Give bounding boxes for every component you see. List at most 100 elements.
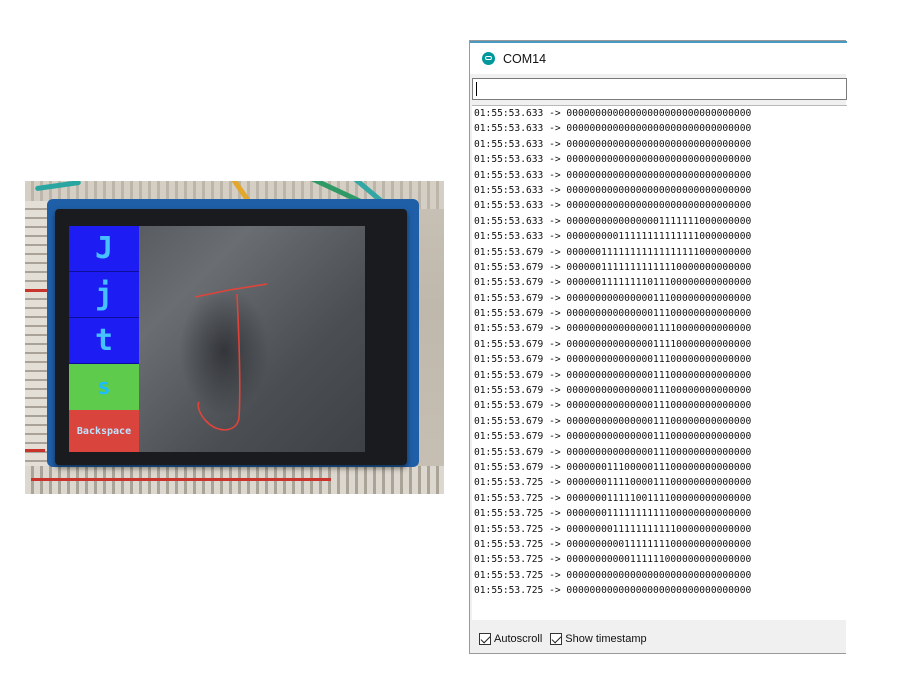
serial-line-timestamp: 01:55:53.725 — [474, 569, 544, 581]
serial-line-timestamp: 01:55:53.633 — [474, 215, 544, 227]
serial-line-timestamp: 01:55:53.725 — [474, 477, 544, 489]
serial-line-bits: 00000001110000011100000000000000 — [566, 461, 752, 473]
serial-line-timestamp: 01:55:53.679 — [474, 323, 544, 335]
serial-line-timestamp: 01:55:53.633 — [474, 169, 544, 181]
serial-line-timestamp: 01:55:53.725 — [474, 523, 544, 535]
serial-output[interactable]: 01:55:53.633 -> 000000000000000000000000… — [472, 105, 847, 620]
serial-line: 01:55:53.679 -> 000000000000000111000000… — [474, 292, 752, 304]
serial-line-bits: 00000001111000011100000000000000 — [566, 477, 752, 489]
serial-line: 01:55:53.633 -> 000000000000000000000000… — [474, 200, 752, 212]
serial-line-bits: 00000000000000000000000000000000 — [566, 169, 752, 181]
serial-line-timestamp: 01:55:53.725 — [474, 538, 544, 550]
tft-display: J j t s Backspace — [69, 226, 365, 452]
serial-line-timestamp: 01:55:53.725 — [474, 585, 544, 597]
serial-line-timestamp: 01:55:53.679 — [474, 354, 544, 366]
serial-line: 01:55:53.725 -> 000000011111001111000000… — [474, 492, 752, 504]
power-rail — [25, 449, 45, 452]
handwritten-stroke — [194, 283, 268, 431]
send-input-box[interactable] — [472, 78, 849, 100]
serial-line: 01:55:53.633 -> 000000000000000011111110… — [474, 215, 752, 227]
serial-line: 01:55:53.679 -> 000000000000000111100000… — [474, 338, 752, 350]
serial-line: 01:55:53.679 -> 000000000000000111000000… — [474, 354, 752, 366]
serial-line-bits: 00000000000000000000000000000000 — [566, 585, 752, 597]
serial-line-timestamp: 01:55:53.725 — [474, 492, 544, 504]
serial-line-bits: 00000001111111111100000000000000 — [566, 508, 752, 520]
serial-line-timestamp: 01:55:53.633 — [474, 184, 544, 196]
serial-line-bits: 00000000000000011100000000000000 — [566, 308, 752, 320]
serial-line: 01:55:53.633 -> 000000000111111111111110… — [474, 231, 752, 243]
show-timestamp-checkbox[interactable]: Show timestamp — [550, 633, 647, 645]
serial-line: 01:55:53.633 -> 000000000000000000000000… — [474, 169, 752, 181]
serial-line-bits: 00000000000000011100000000000000 — [566, 292, 752, 304]
serial-line-bits: 00000000000000011100000000000000 — [566, 415, 752, 427]
autoscroll-label: Autoscroll — [494, 633, 543, 645]
serial-line-timestamp: 01:55:53.725 — [474, 554, 544, 566]
tft-display-bezel: J j t s Backspace — [55, 209, 407, 465]
serial-line: 01:55:53.633 -> 000000000000000000000000… — [474, 123, 752, 135]
checkmark-icon[interactable] — [550, 633, 563, 645]
serial-line-bits: 00000000000000000000000000000000 — [566, 138, 752, 150]
serial-line: 01:55:53.725 -> 000000011110000111000000… — [474, 477, 752, 489]
serial-line-timestamp: 01:55:53.679 — [474, 292, 544, 304]
serial-line: 01:55:53.679 -> 000000011100000111000000… — [474, 461, 752, 473]
serial-line: 01:55:53.633 -> 000000000000000000000000… — [474, 108, 752, 119]
serial-line: 01:55:53.725 -> 000000000011111111000000… — [474, 538, 752, 550]
show-timestamp-label: Show timestamp — [565, 633, 647, 645]
serial-line: 01:55:53.679 -> 000000000000000111000000… — [474, 385, 752, 397]
tft-breadboard-photo: J j t s Backspace — [25, 181, 444, 494]
serial-line: 01:55:53.679 -> 000000000000000111000000… — [474, 369, 752, 381]
serial-line-timestamp: 01:55:53.679 — [474, 400, 544, 412]
serial-line-timestamp: 01:55:53.633 — [474, 108, 544, 119]
title-bar[interactable]: COM14 — [470, 43, 847, 74]
serial-line-bits: 00000000000000011100000000000000 — [566, 431, 752, 443]
serial-line-bits: 00000000000000000000000000000000 — [566, 200, 752, 212]
serial-line-bits: 00000000000000000000000000000000 — [566, 569, 752, 581]
serial-line: 01:55:53.679 -> 000000000000000111100000… — [474, 323, 752, 335]
serial-line-bits: 00000000000000000000000000000000 — [566, 154, 752, 166]
serial-line-timestamp: 01:55:53.725 — [474, 508, 544, 520]
serial-line-bits: 00000000000000011100000000000000 — [566, 400, 752, 412]
serial-line-timestamp: 01:55:53.679 — [474, 261, 544, 273]
serial-line-timestamp: 01:55:53.633 — [474, 154, 544, 166]
serial-line-timestamp: 01:55:53.633 — [474, 200, 544, 212]
serial-line-bits: 00000000000000011100000000000000 — [566, 446, 752, 458]
serial-line-bits: 00000001111100111100000000000000 — [566, 492, 752, 504]
serial-line-bits: 00000011111111111111111000000000 — [566, 246, 752, 258]
serial-line: 01:55:53.633 -> 000000000000000000000000… — [474, 138, 752, 150]
window-title: COM14 — [503, 51, 547, 66]
serial-line: 01:55:53.679 -> 000000000000000111000000… — [474, 308, 752, 320]
serial-line-timestamp: 01:55:53.679 — [474, 461, 544, 473]
serial-line-bits: 00000000000000011100000000000000 — [566, 369, 752, 381]
serial-line-bits: 00000000001111111100000000000000 — [566, 538, 752, 550]
serial-line: 01:55:53.679 -> 000000111111111111100000… — [474, 261, 752, 273]
checkmark-icon[interactable] — [479, 633, 491, 645]
serial-monitor-window: COM14 01:55:53.633 -> 000000000000000000… — [469, 40, 849, 654]
serial-line-bits: 00000000000000011100000000000000 — [566, 354, 752, 366]
serial-line-timestamp: 01:55:53.679 — [474, 338, 544, 350]
serial-line: 01:55:53.725 -> 000000011111111111000000… — [474, 508, 752, 520]
serial-line-bits: 00000000000000000000000000000000 — [566, 184, 752, 196]
serial-line-bits: 00000000000000011110000000000000 — [566, 323, 752, 335]
serial-line: 01:55:53.679 -> 000000000000000111000000… — [474, 431, 752, 443]
autoscroll-checkbox[interactable]: Autoscroll — [479, 633, 542, 645]
arduino-icon — [482, 52, 495, 65]
send-input[interactable] — [473, 79, 849, 99]
serial-line-bits: 00000000000000001111111000000000 — [566, 215, 752, 227]
serial-line-timestamp: 01:55:53.679 — [474, 415, 544, 427]
serial-line: 01:55:53.679 -> 000000000000000111000000… — [474, 415, 752, 427]
serial-line: 01:55:53.679 -> 000000000000000111000000… — [474, 400, 752, 412]
serial-line: 01:55:53.725 -> 000000000000000000000000… — [474, 585, 752, 597]
serial-line: 01:55:53.679 -> 000000000000000111000000… — [474, 446, 752, 458]
serial-line-bits: 00000011111111111110000000000000 — [566, 261, 752, 273]
serial-line-bits: 00000000000000011110000000000000 — [566, 338, 752, 350]
serial-line: 01:55:53.633 -> 000000000000000000000000… — [474, 184, 752, 196]
serial-line-timestamp: 01:55:53.679 — [474, 431, 544, 443]
power-rail — [31, 478, 331, 481]
serial-line-timestamp: 01:55:53.679 — [474, 246, 544, 258]
serial-line-bits: 00000000000000000000000000000000 — [566, 123, 752, 135]
serial-line: 01:55:53.725 -> 000000001111111111100000… — [474, 523, 752, 535]
serial-line-timestamp: 01:55:53.633 — [474, 138, 544, 150]
serial-line-bits: 00000000000111111000000000000000 — [566, 554, 752, 566]
text-caret — [476, 82, 477, 96]
serial-line-timestamp: 01:55:53.633 — [474, 231, 544, 243]
